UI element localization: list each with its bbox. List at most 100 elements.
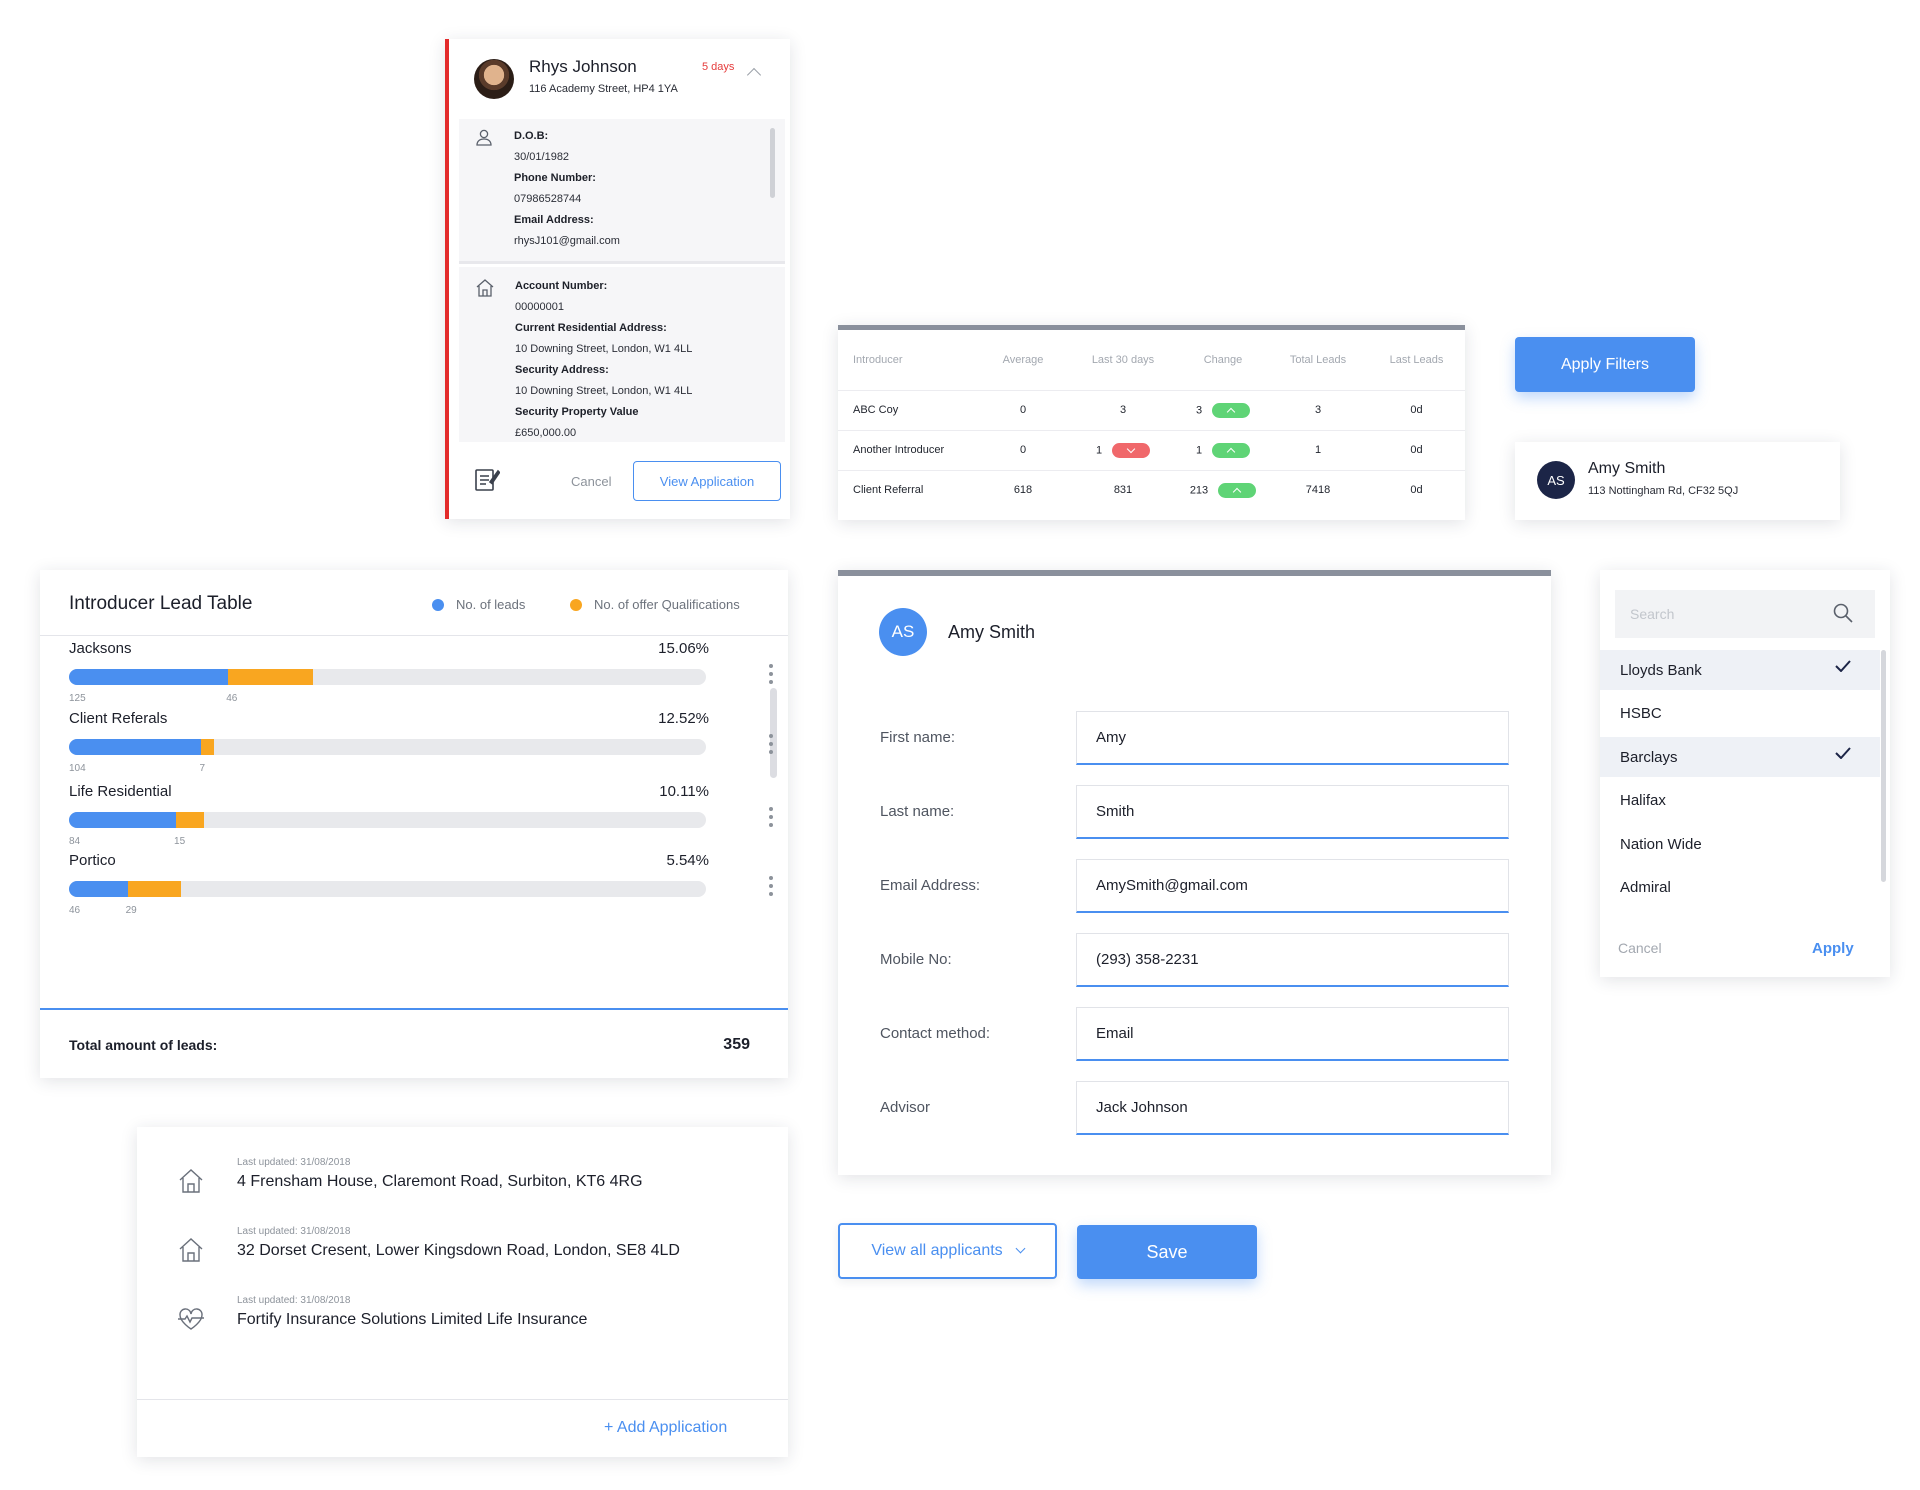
list-item[interactable]: Last updated: 31/08/2018 32 Dorset Cresen… xyxy=(137,1226,788,1276)
introducer-cell: ABC Coy xyxy=(838,389,978,430)
legend-item-offers: No. of offer Qualifications xyxy=(570,597,740,612)
legend-dot xyxy=(432,598,444,611)
introducer-lead-table-card: Introducer Lead Table No. of leads No. o… xyxy=(40,570,788,1078)
leads-count: 125 xyxy=(69,693,86,704)
column-header[interactable]: Total Leads xyxy=(1268,330,1368,390)
search-icon[interactable] xyxy=(1832,602,1854,624)
more-options-icon[interactable] xyxy=(769,734,773,758)
days-badge: 5 days xyxy=(702,61,735,73)
offers-bar xyxy=(127,881,182,897)
scrollbar[interactable] xyxy=(770,688,777,778)
applicant-name: Amy Smith xyxy=(948,622,1036,642)
view-all-applicants-button[interactable]: View all applicants xyxy=(838,1223,1057,1279)
table-row[interactable]: Another Introducer 0 1 1 1 0d xyxy=(838,429,1465,470)
contact-method-field[interactable]: Email xyxy=(1076,1007,1509,1061)
application-title: 4 Frensham House, Claremont Road, Surbit… xyxy=(237,1173,643,1190)
trend-up-icon xyxy=(1212,402,1251,418)
view-application-button[interactable]: View Application xyxy=(633,461,781,501)
introducer-stats-table-card: Introducer Average Last 30 days Change T… xyxy=(838,325,1465,520)
leads-bar xyxy=(69,812,177,828)
first-name-field[interactable]: Amy xyxy=(1076,711,1509,765)
cancel-button[interactable]: Cancel xyxy=(571,474,611,489)
bank-option[interactable]: Barclays xyxy=(1600,737,1880,777)
introducer-cell: Client Referral xyxy=(838,469,978,510)
form-row-email: Email Address: AmySmith@gmail.com xyxy=(838,859,1551,915)
introducer-name: Portico xyxy=(69,852,116,869)
column-header[interactable]: Last Leads xyxy=(1368,330,1465,390)
list-item[interactable]: Last updated: 31/08/2018 Fortify Insuranc… xyxy=(137,1295,788,1345)
applicant-summary-card[interactable]: AS Amy Smith 113 Nottingham Rd, CF32 5QJ xyxy=(1515,442,1840,520)
bank-option-label: Nation Wide xyxy=(1620,835,1702,853)
bank-options-list: Lloyds Bank HSBC Barclays Halifax Nation Wid… xyxy=(1600,650,1880,900)
card-title: Introducer Lead Table xyxy=(69,593,253,614)
last-name-field[interactable]: Smith xyxy=(1076,785,1509,839)
contact-method-label: Contact method: xyxy=(880,1025,991,1042)
apply-filters-button[interactable]: Apply Filters xyxy=(1515,337,1695,392)
mobile-label: Mobile No: xyxy=(880,951,952,968)
change-cell-value: 213 xyxy=(1189,484,1209,497)
change-cell: 213 xyxy=(1178,469,1268,510)
more-options-icon[interactable] xyxy=(769,807,773,831)
applicant-address: 116 Academy Street, HP4 1YA xyxy=(529,83,678,95)
lead-percentage: 5.54% xyxy=(666,852,709,869)
applicant-address: 113 Nottingham Rd, CF32 5QJ xyxy=(1588,485,1739,497)
average-cell: 0 xyxy=(978,429,1068,470)
chevron-up-icon[interactable] xyxy=(746,67,762,83)
more-options-icon[interactable] xyxy=(769,876,773,900)
scrollbar[interactable] xyxy=(1881,650,1886,882)
bank-option[interactable]: Nation Wide xyxy=(1600,824,1880,864)
account-number-value: 00000001 xyxy=(515,301,564,313)
column-header[interactable]: Last 30 days xyxy=(1068,330,1178,390)
more-options-icon[interactable] xyxy=(769,664,773,688)
column-header[interactable]: Change xyxy=(1178,330,1268,390)
save-button[interactable]: Save xyxy=(1077,1225,1257,1279)
trend-down-icon xyxy=(1112,442,1151,458)
add-application-button[interactable]: + Add Application xyxy=(604,1419,727,1437)
last-30-days-cell: 1 xyxy=(1068,429,1178,470)
bank-option[interactable]: Lloyds Bank xyxy=(1600,650,1880,690)
scrollbar[interactable] xyxy=(770,128,775,198)
last-name-label: Last name: xyxy=(880,803,955,820)
last-30-days-cell-value: 3 xyxy=(1119,404,1127,416)
lead-percentage: 15.06% xyxy=(658,640,709,657)
first-name-label: First name: xyxy=(880,729,956,746)
legend-label: No. of offer Qualifications xyxy=(594,597,740,612)
offers-count: 46 xyxy=(226,693,238,704)
legend-label: No. of leads xyxy=(456,597,526,612)
trend-up-icon xyxy=(1218,482,1257,498)
bank-option-label: HSBC xyxy=(1620,705,1662,722)
apply-button[interactable]: Apply xyxy=(1812,940,1854,957)
dob-label: D.O.B: xyxy=(514,130,549,142)
edit-document-icon[interactable] xyxy=(474,466,500,492)
column-header[interactable]: Average xyxy=(978,330,1068,390)
home-icon xyxy=(179,1238,203,1262)
legend-item-leads: No. of leads xyxy=(432,597,525,612)
bank-option[interactable]: HSBC xyxy=(1600,694,1880,734)
property-value-value: £650,000.00 xyxy=(515,427,577,439)
change-cell: 3 xyxy=(1178,389,1268,430)
form-row-contact-method: Contact method: Email xyxy=(838,1007,1551,1063)
mobile-field[interactable]: (293) 358-2231 xyxy=(1076,933,1509,987)
last-30-days-cell: 831 xyxy=(1068,469,1178,510)
leads-bar xyxy=(69,739,202,755)
last-updated: Last updated: 31/08/2018 xyxy=(237,1157,351,1168)
bank-option[interactable]: Admiral xyxy=(1600,868,1880,901)
trend-up-icon xyxy=(1212,442,1251,458)
table-row[interactable]: ABC Coy 0 3 3 3 0d xyxy=(838,389,1465,430)
advisor-field[interactable]: Jack Johnson xyxy=(1076,1081,1509,1135)
list-item[interactable]: Last updated: 31/08/2018 4 Frensham House… xyxy=(137,1157,788,1207)
total-leads-cell: 1 xyxy=(1268,429,1368,470)
email-field[interactable]: AmySmith@gmail.com xyxy=(1076,859,1509,913)
column-header[interactable]: Introducer xyxy=(838,330,978,390)
last-leads-cell-value: 0d xyxy=(1410,484,1423,497)
cancel-button[interactable]: Cancel xyxy=(1618,940,1662,956)
form-row-advisor: Advisor Jack Johnson xyxy=(838,1081,1551,1137)
property-value-label: Security Property Value xyxy=(515,406,639,418)
last-updated: Last updated: 31/08/2018 xyxy=(237,1295,351,1306)
applicant-detail-card: Rhys Johnson 116 Academy Street, HP4 1YA… xyxy=(445,39,790,519)
security-address-value: 10 Downing Street, London, W1 4LL xyxy=(515,385,693,397)
total-leads-label: Total amount of leads: xyxy=(69,1037,218,1053)
chevron-down-icon xyxy=(1015,1243,1026,1254)
table-row[interactable]: Client Referral 618 831 213 7418 0d xyxy=(838,469,1465,510)
bank-option[interactable]: Halifax xyxy=(1600,781,1880,821)
